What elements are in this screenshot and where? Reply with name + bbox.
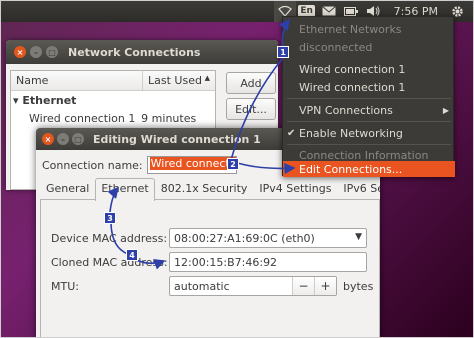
connection-name-value: Wired connection 1 [149,157,236,170]
menu-item-label: Edit Connections... [299,162,403,176]
cloned-mac-input[interactable]: 12:00:15:B7:46:92 [169,252,367,272]
close-icon[interactable]: × [42,133,54,145]
tab-ethernet[interactable]: Ethernet [95,178,155,201]
window-title: Network Connections [68,45,201,59]
tab-bar: General Ethernet 802.1x Security IPv4 Se… [40,178,380,201]
increment-button[interactable]: + [314,277,336,295]
network-menu: Ethernet Networks disconnected Wired con… [282,16,455,177]
menu-item-label: Enable Networking [299,126,403,140]
close-icon[interactable]: × [14,46,26,58]
group-ethernet[interactable]: ▾ Ethernet [11,91,215,110]
column-header-last-used[interactable]: Last Used ▲ [143,71,215,90]
edit-button[interactable]: Edit... [226,98,276,120]
step-badge-4: 4 [126,249,138,261]
menu-item-enable-networking[interactable]: ✔ Enable Networking [283,123,455,143]
menu-item-ethernet-networks: Ethernet Networks [283,19,455,39]
menu-item-label: Connection Information [299,148,429,162]
tab-ipv4-settings[interactable]: IPv4 Settings [253,178,337,199]
add-button[interactable]: Add [226,72,276,94]
tab-8021x-security[interactable]: 802.1x Security [155,178,254,199]
column-header-last-used-label: Last Used [148,74,202,87]
mtu-value: automatic [174,279,230,293]
menu-separator [287,121,451,122]
step-badge-1: 1 [277,46,289,58]
window-titlebar[interactable]: × – □ Network Connections [6,40,278,64]
connection-name-label: Connection name: [42,158,143,172]
step-badge-3: 3 [104,212,116,224]
menu-item-label: Ethernet Networks [299,22,402,36]
chevron-down-icon: ▼ [355,232,362,242]
cloned-mac-value: 12:00:15:B7:46:92 [174,255,278,269]
decrement-button[interactable]: − [292,277,314,295]
group-label: Ethernet [22,94,77,107]
device-mac-value: 08:00:27:A1:69:0C (eth0) [174,231,315,245]
column-header-name[interactable]: Name [11,71,143,90]
menu-item-disconnected: disconnected [283,37,455,57]
menu-item-label: disconnected [299,40,373,54]
device-mac-dropdown[interactable]: 08:00:27:A1:69:0C (eth0) ▼ [169,228,367,248]
tab-general[interactable]: General [40,178,95,199]
maximize-icon[interactable]: □ [72,133,84,145]
expander-icon[interactable]: ▾ [13,94,19,107]
menu-item-wired-connection-1-b[interactable]: Wired connection 1 [283,77,455,97]
menu-item-vpn-connections[interactable]: VPN Connections ▶ [283,100,455,120]
connection-name-row: Connection name: Wired connection 1 [42,156,237,174]
minimize-icon[interactable]: – [30,46,42,58]
dialog-title: Editing Wired connection 1 [93,132,261,146]
step-badge-2: 2 [227,158,239,170]
sort-ascending-icon: ▲ [204,74,210,82]
minimize-icon[interactable]: – [57,133,69,145]
menu-item-edit-connections[interactable]: Edit Connections... [283,161,455,177]
cloned-mac-label: Cloned MAC address: [51,256,168,269]
check-icon: ✔ [287,127,296,139]
menu-item-label: Wired connection 1 [299,80,406,94]
mtu-stepper[interactable]: automatic − + [169,276,337,296]
maximize-icon[interactable]: □ [46,46,58,58]
mtu-label: MTU: [51,280,79,293]
menu-item-wired-connection-1[interactable]: Wired connection 1 [283,59,455,79]
submenu-arrow-icon: ▶ [442,105,449,115]
ethernet-tab-content: Device MAC address: 08:00:27:A1:69:0C (e… [40,200,380,338]
device-mac-label: Device MAC address: [51,232,168,245]
list-header: Name Last Used ▲ [11,71,215,91]
menu-item-label: Wired connection 1 [299,62,406,76]
mtu-unit-label: bytes [343,280,374,293]
menu-item-label: VPN Connections [299,103,393,117]
tab-ipv6-settings[interactable]: IPv6 Settings [337,178,380,199]
menu-separator [287,98,451,99]
connection-name-input[interactable]: Wired connection 1 [146,156,237,174]
